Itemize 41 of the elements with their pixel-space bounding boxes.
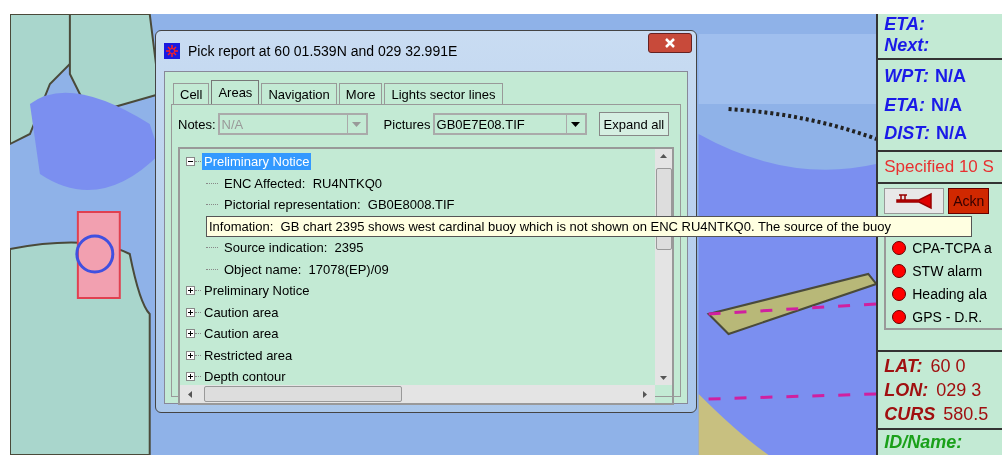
panel-label: Next:	[884, 35, 931, 56]
tree-item[interactable]: Caution area	[202, 325, 281, 343]
window-title: Pick report at 60 01.539N and 029 32.991E	[188, 43, 458, 59]
alarm-label: CPA-TCPA a	[912, 239, 992, 256]
route-label: ETA:	[884, 94, 925, 116]
tab[interactable]: Cell	[173, 83, 210, 104]
tree-item[interactable]: Caution area	[202, 303, 281, 321]
alarm-label: Heading ala	[912, 285, 987, 302]
route-label: DIST:	[884, 123, 930, 145]
id-name-label: ID/Name:	[883, 431, 964, 454]
tab[interactable]: Areas	[211, 80, 260, 104]
tree-item[interactable]: Object name: 17078(EP)/09	[222, 260, 391, 278]
route-value: N/A	[934, 65, 966, 87]
notes-label: Notes:	[178, 116, 216, 132]
acknowledge-button[interactable]: Ackn	[948, 188, 990, 214]
position-value: 60 0	[930, 355, 966, 378]
panel-label: ETA:	[884, 14, 926, 35]
tab[interactable]: Navigation	[261, 83, 337, 104]
route-value: N/A	[935, 123, 967, 145]
pictures-label: Pictures	[383, 116, 431, 132]
tree-item[interactable]: Restricted area	[202, 346, 295, 364]
expand-all-button[interactable]: Expand all	[598, 112, 670, 136]
position-label: CURS	[884, 403, 936, 426]
position-label: LAT:	[884, 355, 923, 378]
position-value: 580.5	[943, 403, 989, 426]
tree-item[interactable]: Source indication: 2395	[222, 239, 366, 257]
route-value: N/A	[930, 94, 962, 116]
alarm-message: Specified 10 S	[878, 152, 1002, 185]
position-value: 029 3	[936, 379, 982, 402]
alarm-label: GPS - D.R.	[912, 308, 983, 325]
route-label: WPT:	[884, 65, 929, 87]
tree-item[interactable]: Depth contour	[202, 368, 288, 386]
tab[interactable]: Lights sector lines	[384, 83, 503, 104]
tree-item[interactable]: ENC Affected: RU4NTKQ0	[222, 174, 384, 192]
tab[interactable]: More	[338, 83, 383, 104]
tree-item[interactable]: Preliminary Notice	[202, 282, 312, 300]
pictures-dropdown[interactable]: GB0E7E08.TIF	[432, 113, 587, 135]
tree-item[interactable]: Pictorial representation: GB0E8008.TIF	[222, 196, 457, 214]
position-label: LON:	[884, 379, 929, 402]
alarm-label: STW alarm	[912, 262, 983, 279]
tooltip: Infomation: GB chart 2395 shows west cardinal buoy which is not shown on ENC RU4NTKQ0. The source of the buoy	[206, 215, 972, 237]
